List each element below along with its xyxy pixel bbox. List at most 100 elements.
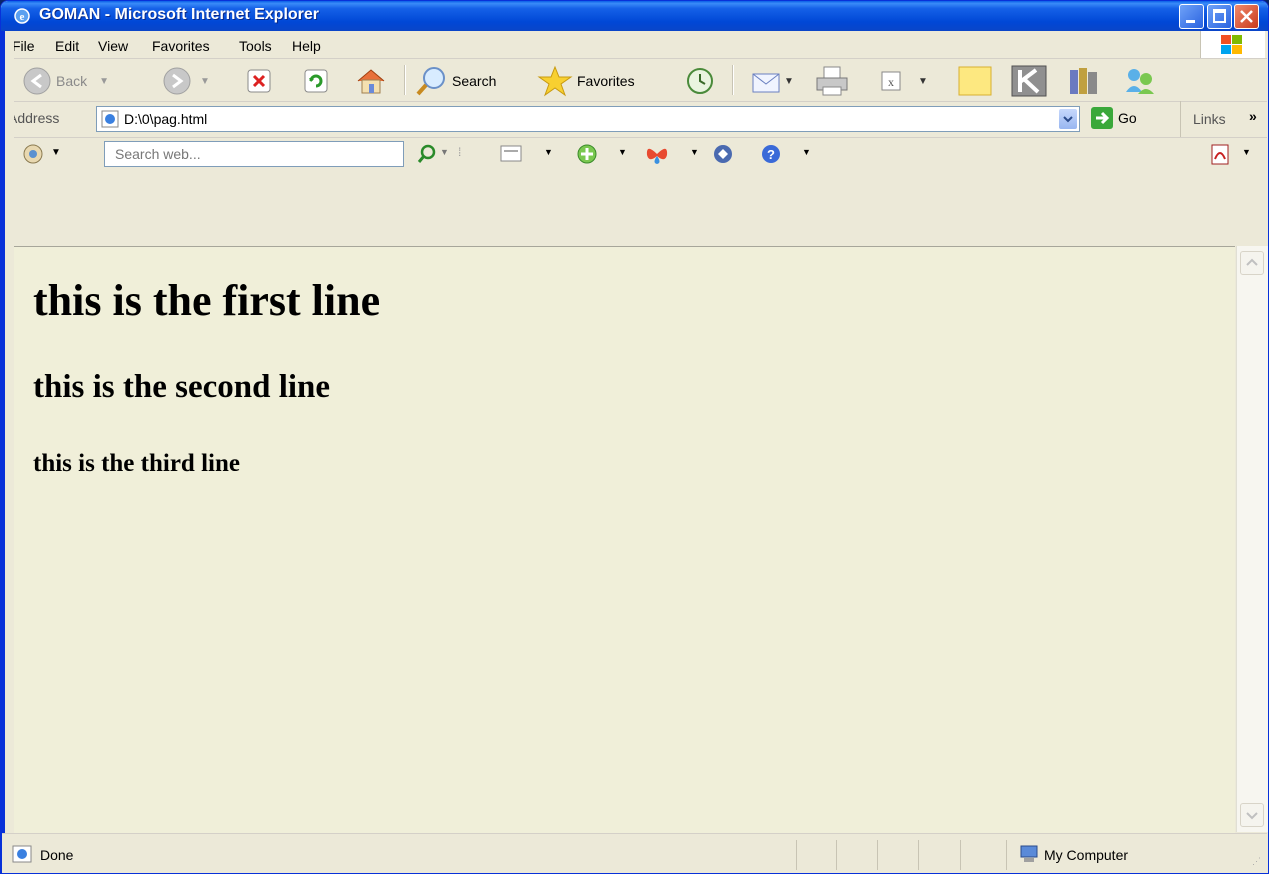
refresh-icon (304, 69, 328, 93)
form-dropdown-icon[interactable]: ▼ (544, 147, 553, 157)
sticky-note-icon (958, 66, 992, 96)
browser-window: e GOMAN - Microsoft Internet Explorer Fi… (0, 0, 1269, 874)
status-cell (796, 840, 797, 870)
forward-arrow-icon (163, 67, 191, 95)
menu-view[interactable]: View (98, 38, 128, 54)
heading-first-line: this is the first line (33, 276, 381, 325)
favorites-star-icon (537, 65, 573, 97)
windows-logo-icon (1200, 31, 1265, 58)
pdf-convert-icon[interactable] (1208, 143, 1232, 165)
help-icon[interactable]: ? (760, 143, 782, 165)
menu-tools[interactable]: Tools (239, 38, 272, 54)
go-button[interactable]: Go (1090, 106, 1137, 130)
search-go-icon[interactable] (416, 143, 438, 165)
pdf-dropdown-icon[interactable]: ▼ (1242, 147, 1251, 157)
window-left-border (1, 31, 14, 873)
svg-text:x: x (888, 75, 894, 89)
messenger-status-icon[interactable] (712, 143, 734, 165)
butterfly-dropdown-icon[interactable]: ▼ (690, 147, 699, 157)
search-icon (416, 67, 445, 96)
menu-help[interactable]: Help (292, 38, 321, 54)
back-arrow-icon (23, 67, 51, 95)
stop-button[interactable] (245, 65, 273, 97)
address-bar: Address D:\0\pag.html Go Links » (2, 101, 1267, 138)
scroll-down-button[interactable] (1240, 803, 1264, 827)
add-dropdown-icon[interactable]: ▼ (618, 147, 627, 157)
status-cell (960, 840, 961, 870)
minimize-button[interactable] (1179, 4, 1204, 29)
ie-icon: e (14, 8, 30, 24)
search-toolbar: ▼ Search web... ▼ ⁞ ▼ ▼ ▼ ? ▼ ▼ (2, 137, 1267, 167)
svg-text:?: ? (767, 147, 775, 162)
forward-dropdown-icon[interactable]: ▼ (200, 76, 210, 87)
status-bar: Done My Computer ⋰ (2, 833, 1267, 873)
search-options-dropdown-icon[interactable]: ▼ (440, 147, 449, 157)
go-arrow-icon (1091, 107, 1113, 129)
menu-favorites[interactable]: Favorites (152, 38, 210, 54)
search-label: Search (452, 73, 497, 89)
links-toolbar[interactable]: Links » (1180, 101, 1268, 137)
security-zone-label: My Computer (1044, 847, 1129, 863)
app-k-button[interactable] (1010, 65, 1050, 97)
page-done-icon (12, 845, 32, 863)
stop-icon (247, 69, 271, 93)
library-icon (1070, 68, 1097, 94)
close-button[interactable] (1234, 4, 1259, 29)
search-web-input[interactable]: Search web... (104, 141, 404, 167)
messenger-button[interactable] (1120, 65, 1160, 97)
mail-dropdown-icon[interactable]: ▼ (784, 76, 794, 87)
favorites-button[interactable]: Favorites (537, 65, 635, 97)
refresh-button[interactable] (302, 65, 330, 97)
status-cell (836, 840, 837, 870)
my-computer-icon (1020, 845, 1038, 862)
address-label: Address (8, 110, 60, 126)
edit-dropdown-icon[interactable]: ▼ (918, 76, 928, 87)
library-button[interactable] (1064, 65, 1104, 97)
edit-button[interactable]: x ▼ (878, 65, 928, 97)
print-button[interactable] (814, 65, 850, 97)
chevron-right-icon[interactable]: » (1249, 108, 1257, 124)
search-provider-icon[interactable] (22, 143, 44, 165)
forward-button[interactable]: ▼ (162, 65, 210, 97)
zone-cell (1006, 840, 1007, 870)
add-plus-icon[interactable] (576, 143, 598, 165)
home-button[interactable] (354, 65, 388, 97)
back-dropdown-icon[interactable]: ▼ (99, 76, 109, 87)
address-input[interactable]: D:\0\pag.html (96, 106, 1080, 132)
svg-text:e: e (20, 11, 25, 23)
status-cell (877, 840, 878, 870)
standard-buttons: Back ▼ ▼ Search Favorites ▼ x ▼ (2, 59, 1267, 102)
page-ie-icon (101, 110, 119, 128)
scroll-up-button[interactable] (1240, 251, 1264, 275)
mail-button[interactable]: ▼ (750, 65, 794, 97)
go-label: Go (1118, 110, 1137, 126)
address-value: D:\0\pag.html (124, 111, 208, 127)
form-fill-icon[interactable] (500, 145, 522, 163)
address-dropdown-icon[interactable] (1059, 109, 1077, 129)
butterfly-icon[interactable] (644, 143, 670, 165)
toolbar: Back ▼ ▼ Search Favorites ▼ x ▼ Address … (2, 59, 1267, 167)
edit-page-icon: x (881, 71, 901, 91)
help-dropdown-icon[interactable]: ▼ (802, 147, 811, 157)
search-placeholder: Search web... (115, 146, 201, 162)
printer-icon (816, 66, 848, 96)
note-button[interactable] (956, 65, 996, 97)
menu-bar: File Edit View Favorites Tools Help (2, 31, 1267, 59)
vertical-scrollbar[interactable] (1236, 246, 1268, 832)
provider-dropdown-icon[interactable]: ▼ (51, 147, 61, 158)
title-bar[interactable]: e GOMAN - Microsoft Internet Explorer (1, 1, 1268, 31)
menu-file[interactable]: File (12, 38, 35, 54)
k-app-icon (1011, 65, 1047, 97)
maximize-button[interactable] (1207, 4, 1232, 29)
links-label: Links (1193, 111, 1226, 127)
search-button[interactable]: Search (414, 65, 496, 97)
back-button[interactable]: Back ▼ (22, 65, 109, 97)
history-button[interactable] (684, 65, 716, 97)
messenger-icon (1126, 69, 1154, 94)
page-content: this is the first line this is the secon… (14, 246, 1235, 833)
window-title: GOMAN - Microsoft Internet Explorer (39, 6, 320, 23)
grip-divider-icon: ⁞ (458, 145, 462, 159)
status-cell (918, 840, 919, 870)
resize-grip-icon[interactable]: ⋰ (1252, 856, 1261, 867)
menu-edit[interactable]: Edit (55, 38, 79, 54)
